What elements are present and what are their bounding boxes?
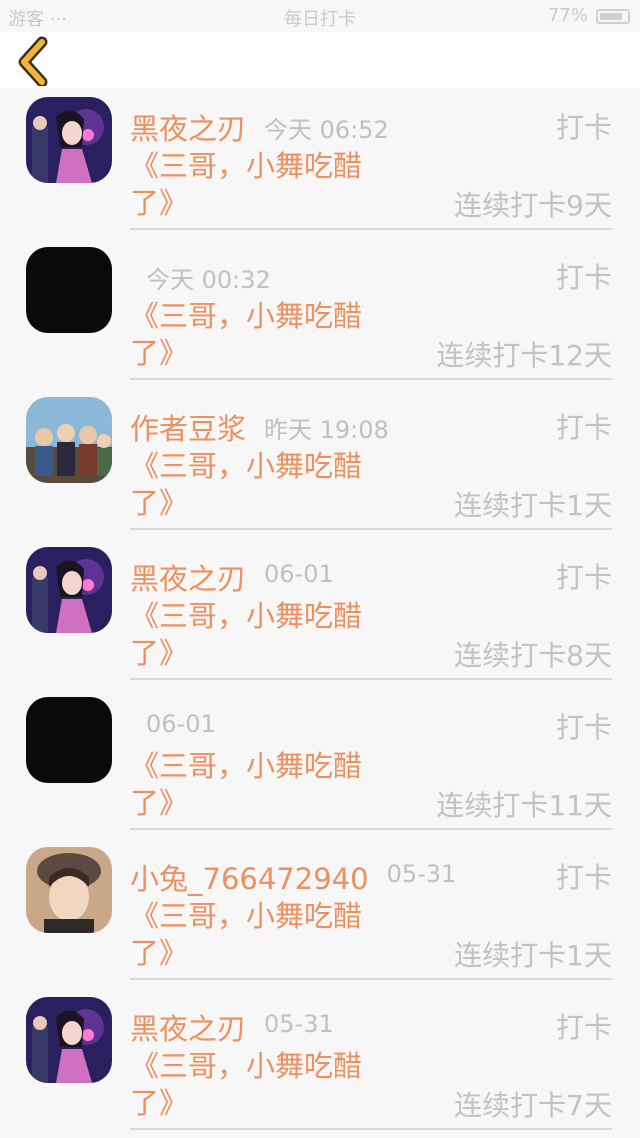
checkin-action-label[interactable]: 打卡 — [556, 1006, 612, 1046]
user-name[interactable]: 黑夜之刃 — [130, 1006, 246, 1048]
book-title[interactable]: 《三哥，小舞吃醋了》 — [130, 148, 390, 222]
streak-label: 连续打卡1天 — [454, 489, 612, 522]
book-title[interactable]: 《三哥，小舞吃醋了》 — [130, 448, 390, 522]
row-divider — [130, 378, 612, 380]
checkin-action-label[interactable]: 打卡 — [556, 106, 612, 146]
group-avatar[interactable] — [26, 397, 112, 483]
checkin-action-label[interactable]: 打卡 — [556, 256, 612, 296]
checkin-row[interactable]: 黑夜之刃 今天 06:52 打卡 《三哥，小舞吃醋了》 连续打卡9天 — [0, 88, 640, 238]
book-title[interactable]: 《三哥，小舞吃醋了》 — [130, 898, 390, 972]
user-name[interactable]: 黑夜之刃 — [130, 106, 246, 148]
streak-label: 连续打卡7天 — [454, 1089, 612, 1122]
row-divider — [130, 678, 612, 680]
checkin-action-label[interactable]: 打卡 — [556, 856, 612, 896]
checkin-action-label[interactable]: 打卡 — [556, 406, 612, 446]
book-title[interactable]: 《三哥，小舞吃醋了》 — [130, 298, 390, 372]
book-title[interactable]: 《三哥，小舞吃醋了》 — [130, 1048, 390, 1122]
status-bar: 游客 ··· 每日打卡 77% — [0, 0, 640, 32]
checkin-time: 今天 00:32 — [146, 266, 271, 294]
checkin-time: 06-01 — [264, 560, 334, 588]
checkin-time: 05-31 — [386, 860, 457, 888]
checkin-time: 今天 06:52 — [264, 116, 389, 144]
streak-label: 连续打卡9天 — [454, 189, 612, 222]
row-divider — [130, 228, 612, 230]
checkin-row[interactable]: 今天 00:32 打卡 《三哥，小舞吃醋了》 连续打卡12天 — [0, 238, 640, 388]
back-button[interactable] — [10, 34, 62, 88]
checkin-action-label[interactable]: 打卡 — [556, 706, 612, 746]
nav-bar — [0, 32, 640, 88]
checkin-time: 06-01 — [146, 710, 216, 738]
checkin-list: 黑夜之刃 今天 06:52 打卡 《三哥，小舞吃醋了》 连续打卡9天 今天 00… — [0, 88, 640, 1138]
user-name[interactable]: 黑夜之刃 — [130, 556, 246, 598]
streak-label: 连续打卡11天 — [436, 789, 612, 822]
streak-label: 连续打卡12天 — [436, 339, 612, 372]
photo-avatar[interactable] — [26, 847, 112, 933]
streak-label: 连续打卡8天 — [454, 639, 612, 672]
checkin-action-label[interactable]: 打卡 — [556, 556, 612, 596]
row-divider — [130, 978, 612, 980]
checkin-row[interactable]: 06-01 打卡 《三哥，小舞吃醋了》 连续打卡11天 — [0, 688, 640, 838]
streak-label: 连续打卡1天 — [454, 939, 612, 972]
book-title[interactable]: 《三哥，小舞吃醋了》 — [130, 748, 390, 822]
user-name[interactable]: 小兔_766472940 — [130, 856, 369, 898]
row-divider — [130, 828, 612, 830]
battery-percent: 77% — [547, 5, 588, 26]
row-divider — [130, 1128, 612, 1130]
anime-avatar[interactable] — [26, 97, 112, 183]
checkin-row[interactable]: 作者豆浆 昨天 19:08 打卡 《三哥，小舞吃醋了》 连续打卡1天 — [0, 388, 640, 538]
checkin-row[interactable]: 小兔_766472940 05-31 打卡 《三哥，小舞吃醋了》 连续打卡1天 — [0, 838, 640, 988]
status-title: 每日打卡 — [284, 9, 356, 30]
checkin-time: 05-31 — [264, 1010, 334, 1038]
chevron-left-icon — [18, 36, 48, 88]
row-divider — [130, 528, 612, 530]
user-name[interactable]: 作者豆浆 — [130, 406, 246, 448]
book-title[interactable]: 《三哥，小舞吃醋了》 — [130, 598, 390, 672]
anime-avatar[interactable] — [26, 997, 112, 1083]
battery-icon — [596, 9, 630, 24]
black-avatar[interactable] — [26, 697, 112, 783]
checkin-row[interactable]: 黑夜之刃 05-31 打卡 《三哥，小舞吃醋了》 连续打卡7天 — [0, 988, 640, 1138]
checkin-time: 昨天 19:08 — [264, 416, 389, 444]
checkin-row[interactable]: 黑夜之刃 06-01 打卡 《三哥，小舞吃醋了》 连续打卡8天 — [0, 538, 640, 688]
black-avatar[interactable] — [26, 247, 112, 333]
anime-avatar[interactable] — [26, 547, 112, 633]
